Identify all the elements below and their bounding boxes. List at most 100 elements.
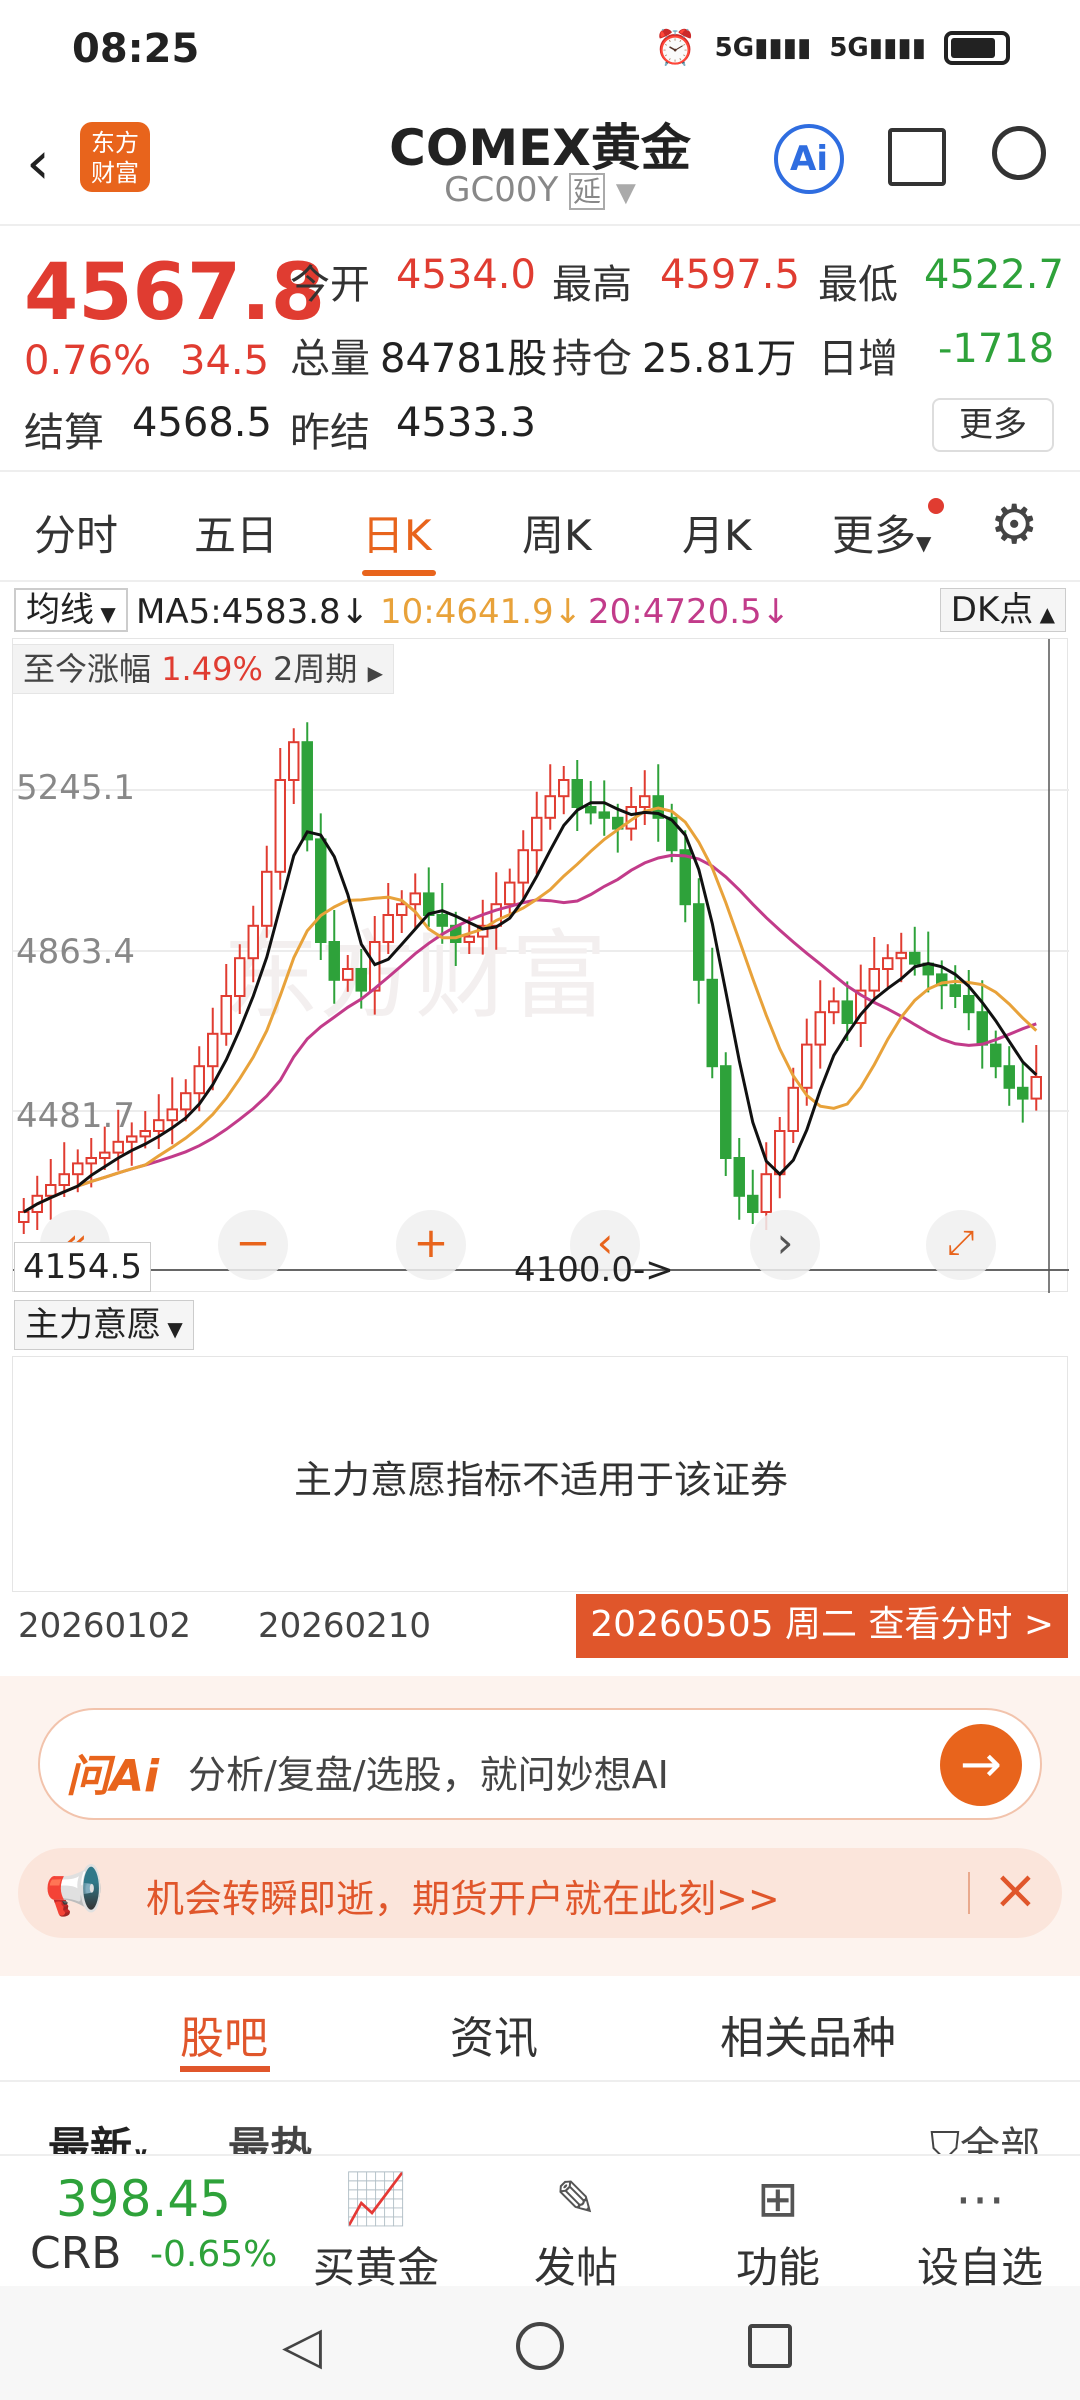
candle-body [112,1140,124,1154]
bottom-action-bar: 398.45 CRB -0.65% 📈 买黄金 ✎ 发帖 ⊞ 功能 ⋯ 设自选 [0,2154,1080,2292]
candle-body [72,1162,84,1176]
tab-weekly-k[interactable]: 周K [522,502,592,563]
candle-body [409,892,421,906]
crb-change: -0.65% [150,2234,278,2275]
range-change-box[interactable]: 至今涨幅 1.49% 2周期 ▶ [12,644,394,694]
candle-body [949,984,961,998]
candle-body [463,935,475,944]
notification-dot [928,498,944,514]
ma-selector[interactable]: 均线 ▼ [14,588,128,632]
share-icon[interactable] [888,128,946,186]
oi-value: 25.81万 [642,336,797,382]
ma10-value: 10:4641.9↓ [380,592,583,632]
ai-button[interactable]: Ai [774,124,844,194]
tab-daily-k[interactable]: 日K [362,502,432,563]
candle-body [639,795,651,808]
tab-monthly-k[interactable]: 月K [682,502,752,563]
candle-body [585,806,597,814]
candle-body [247,924,259,960]
signal-icon-2: 5G▮▮▮▮ [829,33,926,63]
buy-gold-button[interactable]: 📈 买黄金 [296,2164,456,2295]
candle-body [571,779,583,808]
candle-body [328,941,340,981]
candle-body [355,968,367,992]
tab-news[interactable]: 资讯 [450,2002,538,2066]
prev-settle-label: 昨结 [290,410,370,456]
promo-banner[interactable]: 📢 机会转瞬即逝，期货开户就在此刻>> × [18,1848,1062,1938]
indicator-selector[interactable]: 主力意愿 ▼ [14,1300,194,1350]
candle-body [139,1130,151,1138]
next-icon[interactable]: › [750,1210,820,1280]
ai-search-text: 分析/复盘/选股，就问妙想AI [188,1753,669,1797]
date-start: 20260102 [18,1606,192,1646]
chevron-down-icon: ▼ [615,178,636,208]
sort-hot[interactable]: 最热 [228,2114,312,2154]
zoom-out-icon[interactable]: − [218,1210,288,1280]
oi-label: 持仓 [552,336,632,382]
filter-all[interactable]: ⛉全部 [930,2114,1040,2154]
view-intraday-button[interactable]: 20260505 周二 查看分时 > [576,1594,1068,1658]
add-watchlist-button[interactable]: ⋯ 设自选 [900,2164,1060,2295]
ai-search-bar[interactable]: 问Ai 分析/复盘/选股，就问妙想AI → [38,1708,1042,1820]
open-value: 4534.0 [396,252,536,298]
tab-related[interactable]: 相关品种 [720,2002,896,2066]
nav-home-icon[interactable] [516,2322,564,2370]
search-icon[interactable] [992,126,1046,180]
edit-icon: ✎ [555,2170,597,2228]
caret-down-icon: ▼ [916,531,932,555]
promo-text: 机会转瞬即逝，期货开户就在此刻>> [146,1877,780,1921]
candle-body [18,1211,30,1223]
high-label: 最高 [552,262,632,308]
indicator-message: 主力意愿指标不适用于该证券 [293,1458,788,1502]
dk-point-button[interactable]: DK点 ▲ [939,588,1066,632]
crb-value: 398.45 [56,2170,231,2228]
tab-five-day[interactable]: 五日 [194,502,278,563]
last-price: 4567.8 [24,248,325,338]
status-bar: 08:25 ⏰ 5G▮▮▮▮ 5G▮▮▮▮ [0,0,1080,100]
megaphone-icon: 📢 [44,1863,104,1919]
candle-body [774,1130,786,1176]
low-value: 4522.7 [924,252,1064,298]
daily-inc-label: 日增 [818,336,898,382]
candle-body [679,849,691,906]
functions-button[interactable]: ⊞ 功能 [698,2164,858,2295]
candle-body [382,914,394,943]
grid-icon: ⊞ [757,2170,799,2228]
candle-body [234,957,246,998]
tab-intraday[interactable]: 分时 [34,502,118,563]
candle-body [693,903,705,981]
candle-body [558,779,570,798]
tab-more[interactable]: 更多▼ [832,502,931,563]
candle-body [909,951,921,965]
candle-body [517,849,529,884]
candle-body [976,1011,988,1046]
close-icon[interactable]: × [993,1858,1038,1921]
kline-svg: 东方财富 [13,639,1069,1293]
daily-inc-value: -1718 [938,326,1055,372]
open-label: 今开 [290,262,370,308]
nav-recents-icon[interactable] [748,2324,792,2368]
candle-body [436,914,448,927]
high-value: 4597.5 [660,252,800,298]
ai-logo: 问Ai [66,1751,160,1802]
nav-back-icon[interactable]: ◁ [282,2316,322,2376]
candle-body [814,1011,826,1046]
volume-value: 84781股 [380,336,548,382]
zoom-in-icon[interactable]: + [396,1210,466,1280]
active-subtab-indicator [180,2066,270,2072]
content-tabs: 股吧 资讯 相关品种 [0,1978,1080,2082]
chart-up-icon: 📈 [344,2170,408,2228]
candle-body [180,1092,192,1111]
settings-gear-icon[interactable]: ⚙ [990,498,1038,552]
candle-body [99,1151,111,1159]
arrow-right-icon[interactable]: → [940,1724,1022,1806]
tab-forum[interactable]: 股吧 [180,2002,268,2066]
more-quote-button[interactable]: 更多 [932,398,1054,452]
post-button[interactable]: ✎ 发帖 [496,2164,656,2295]
fullscreen-icon[interactable]: ⤢ [926,1210,996,1280]
candle-body [990,1043,1002,1068]
sort-latest[interactable]: 最新∨ [48,2114,150,2154]
kline-chart[interactable]: 东方财富 [12,638,1069,1293]
signal-icon: 5G▮▮▮▮ [714,33,812,63]
ai-search-band: 问Ai 分析/复盘/选股，就问妙想AI → [0,1676,1080,1826]
